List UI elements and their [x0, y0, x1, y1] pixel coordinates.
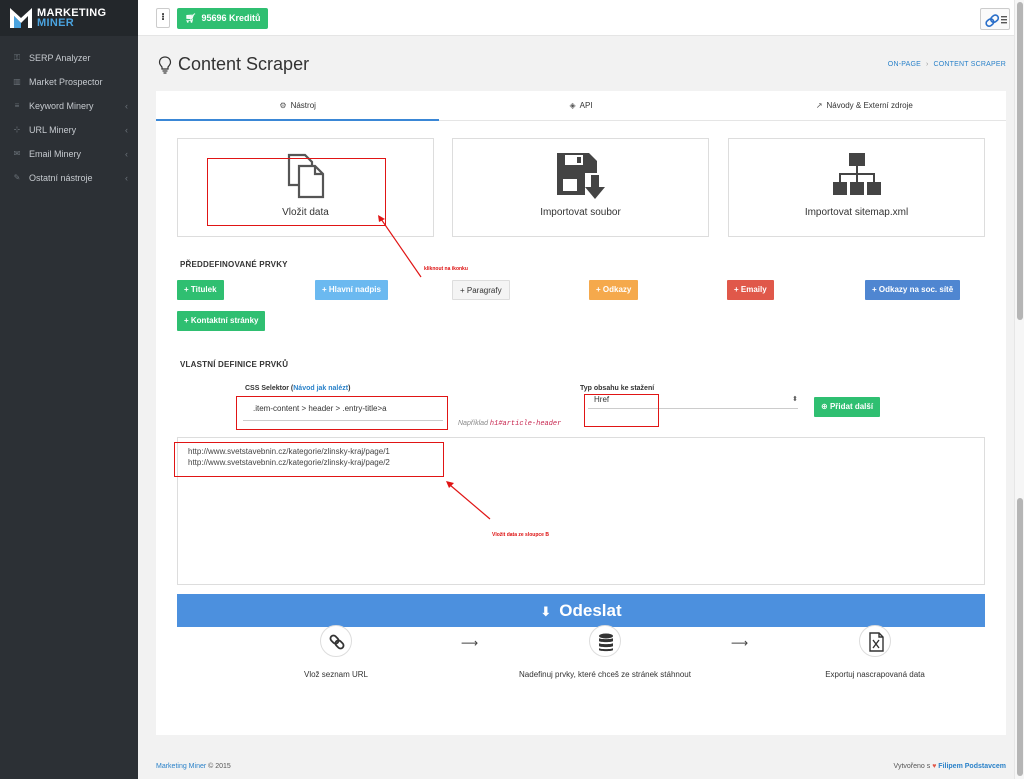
list-icon: ≡ — [14, 101, 20, 110]
sidebar-item-other-tools[interactable]: ✎ Ostatní nástroje ‹ — [0, 166, 138, 190]
sidebar-item-label: Ostatní nástroje — [29, 173, 93, 183]
sidebar-item-email-minery[interactable]: ✉ Email Minery ‹ — [0, 142, 138, 166]
sidebar-item-url-minery[interactable]: ⊹ URL Minery ‹ — [0, 118, 138, 142]
wrench-icon: ✎ — [13, 173, 21, 182]
chevron-left-icon: ‹ — [125, 101, 128, 111]
sidebar-item-keyword-minery[interactable]: ≡ Keyword Minery ‹ — [0, 94, 138, 118]
lightbulb-icon — [158, 55, 172, 74]
logo-m-icon — [10, 8, 32, 28]
sidebar-item-label: SERP Analyzer — [29, 53, 91, 63]
footer-credits: Vytvořeno s ♥ Filipem Podstavcem — [894, 763, 1006, 770]
sitemap-icon: ⊹ — [13, 125, 21, 134]
page-title: Content Scraper — [158, 54, 309, 75]
sidebar: MARKETING MINER ⚿ SERP Analyzer ▥ Market… — [0, 0, 138, 779]
link-settings-icon — [985, 14, 1007, 28]
topbar: ⁝ 🛒︎ 95696 Kreditů — [138, 0, 1024, 36]
sidebar-item-label: Keyword Minery — [29, 101, 94, 111]
scrollbar-thumb-upper[interactable] — [1017, 2, 1023, 320]
breadcrumb-item-onpage[interactable]: ON-PAGE — [888, 61, 921, 68]
envelope-icon: ✉ — [13, 149, 21, 158]
breadcrumb-separator-icon: › — [925, 61, 929, 68]
credits-label: 95696 Kreditů — [201, 13, 261, 23]
breadcrumb-item-current[interactable]: CONTENT SCRAPER — [934, 61, 1007, 68]
chevron-left-icon: ‹ — [125, 125, 128, 135]
sidebar-item-label: Email Minery — [29, 149, 82, 159]
credits-button[interactable]: 🛒︎ 95696 Kreditů — [177, 8, 269, 29]
footer-created-prefix: Vytvořeno s — [893, 763, 931, 770]
chevron-left-icon: ‹ — [125, 173, 128, 183]
annotation-click-icon: kliknout na ikonku — [424, 266, 468, 272]
heart-icon: ♥ — [932, 763, 937, 770]
sidebar-item-label: URL Minery — [29, 125, 77, 135]
link-tool-button[interactable] — [980, 8, 1010, 30]
footer-author-link[interactable]: Filipem Podstavcem — [938, 763, 1006, 770]
menu-toggle-button[interactable]: ⁝ — [156, 8, 170, 28]
footer-brand-link[interactable]: Marketing Miner — [156, 763, 206, 770]
sidebar-nav: ⚿ SERP Analyzer ▥ Market Prospector ≡ Ke… — [0, 46, 138, 190]
bar-chart-icon: ▥ — [13, 77, 21, 86]
key-icon: ⚿ — [13, 53, 21, 62]
cart-icon: 🛒︎ — [185, 13, 197, 23]
page-scrollbar[interactable] — [1014, 0, 1024, 779]
annotation-arrows — [378, 215, 491, 520]
sidebar-item-serp-analyzer[interactable]: ⚿ SERP Analyzer — [0, 46, 138, 70]
footer: Marketing Miner © 2015 Vytvořeno s ♥ Fil… — [156, 763, 1006, 770]
breadcrumb: ON-PAGE › CONTENT SCRAPER — [888, 61, 1006, 68]
logo[interactable]: MARKETING MINER — [0, 0, 138, 36]
main-panel: ⚙ Nástroj ◈ API ↗ Návody & Externí zdroje V… — [156, 91, 1006, 735]
logo-line2: MINER — [37, 17, 74, 29]
sidebar-item-market-prospector[interactable]: ▥ Market Prospector — [0, 70, 138, 94]
chevron-left-icon: ‹ — [125, 149, 128, 159]
annotation-paste-column: Vložit data ze sloupce B — [492, 532, 549, 538]
scrollbar-thumb-lower[interactable] — [1017, 498, 1023, 776]
footer-copyright: © 2015 — [208, 763, 231, 770]
sidebar-item-label: Market Prospector — [29, 77, 103, 87]
page-title-text: Content Scraper — [178, 54, 310, 74]
